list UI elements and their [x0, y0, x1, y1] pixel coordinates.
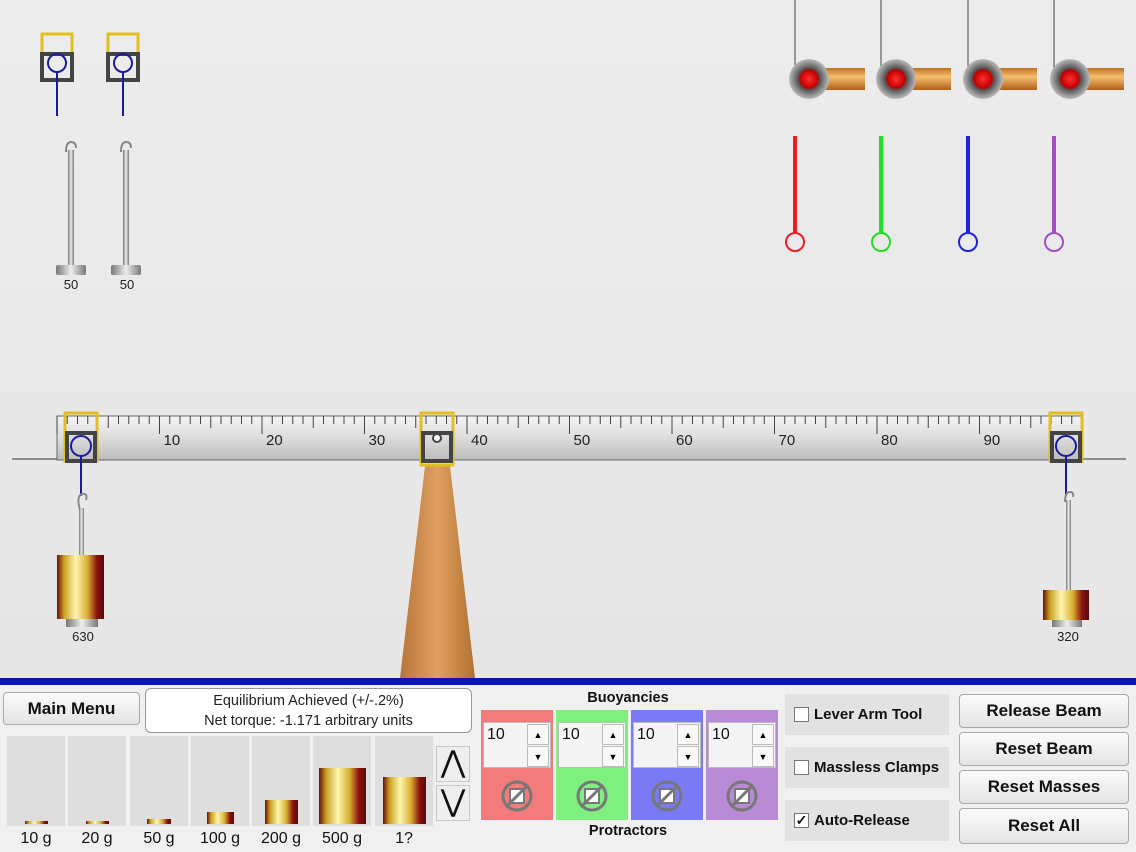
mass-slot[interactable] [130, 736, 188, 826]
ruler-label: 10 [164, 432, 181, 449]
force-probe-red[interactable] [785, 0, 865, 252]
mass-slot-label: 1? [395, 830, 413, 847]
ruler-label: 50 [574, 432, 591, 449]
status-net-torque: Net torque: -1.171 arbitrary units [204, 713, 413, 729]
spare-weight-label: 50 [119, 277, 135, 292]
main-menu-button[interactable]: Main Menu [3, 692, 140, 725]
stepper-down-icon[interactable]: ▼ [527, 746, 549, 767]
mass-cylinder-icon[interactable] [264, 800, 298, 824]
ruler-label: 30 [369, 432, 386, 449]
protractor-icon[interactable] [726, 780, 758, 812]
mass-slot-label: 10 g [20, 830, 52, 847]
release-beam-button[interactable]: Release Beam [959, 694, 1129, 728]
buoyancy-column: 10 ▲ ▼ [706, 710, 778, 820]
buoyancy-value[interactable]: 10 [562, 726, 580, 744]
mass-slot-label: 20 g [81, 830, 113, 847]
weight-hanger[interactable] [56, 140, 86, 275]
tray-up-arrow-icon[interactable]: ⋀ [436, 746, 470, 782]
auto-release-label: Auto-Release [814, 812, 910, 829]
spare-clamp[interactable] [40, 32, 74, 116]
stepper-up-icon[interactable]: ▲ [752, 724, 774, 745]
stepper-down-icon[interactable]: ▼ [752, 746, 774, 767]
reset-all-button[interactable]: Reset All [959, 808, 1129, 844]
buoyancy-stepper[interactable]: 10 ▲ ▼ [633, 722, 701, 768]
mass-cylinder-icon[interactable] [206, 812, 234, 824]
stepper-up-icon[interactable]: ▲ [602, 724, 624, 745]
buoyancy-stepper[interactable]: 10 ▲ ▼ [708, 722, 776, 768]
tray-down-arrow-icon[interactable]: ⋁ [436, 785, 470, 821]
panel-divider [0, 678, 1136, 685]
buoyancy-value[interactable]: 10 [712, 726, 730, 744]
ruler-label: 40 [471, 432, 488, 449]
protractor-icon[interactable] [576, 780, 608, 812]
massless-clamps-label: Massless Clamps [814, 759, 940, 776]
status-equilibrium: Equilibrium Achieved (+/-.2%) [213, 693, 404, 709]
spare-clamp[interactable] [106, 32, 140, 116]
scene-drawing: 10 20 30 40 50 60 70 80 90 [12, 0, 1126, 678]
stepper-down-icon[interactable]: ▼ [677, 746, 699, 767]
stepper-up-icon[interactable]: ▲ [527, 724, 549, 745]
mass-cylinder-icon[interactable] [24, 821, 48, 824]
right-mass-label: 320 [1057, 629, 1079, 644]
ruler-label: 20 [266, 432, 283, 449]
mass-slot[interactable] [313, 736, 371, 826]
reset-beam-button[interactable]: Reset Beam [959, 732, 1129, 766]
buoyancy-value[interactable]: 10 [637, 726, 655, 744]
force-probe-purple[interactable] [1044, 0, 1124, 252]
mass-slot[interactable] [68, 736, 126, 826]
stepper-up-icon[interactable]: ▲ [677, 724, 699, 745]
stepper-down-icon[interactable]: ▼ [602, 746, 624, 767]
massless-clamps-toggle[interactable]: Massless Clamps [785, 747, 949, 788]
ruler-label: 70 [779, 432, 796, 449]
right-hanging-mass[interactable] [1043, 490, 1089, 627]
mass-cylinder-icon[interactable] [85, 821, 109, 824]
fulcrum-stand [400, 466, 475, 678]
ruler-label: 90 [984, 432, 1001, 449]
left-hanging-mass[interactable] [57, 492, 104, 627]
protractor-icon[interactable] [501, 780, 533, 812]
reset-masses-button[interactable]: Reset Masses [959, 770, 1129, 804]
status-box: Equilibrium Achieved (+/-.2%) Net torque… [145, 688, 472, 733]
auto-release-toggle[interactable]: ✓ Auto-Release [785, 800, 949, 841]
simulation-canvas: 10 20 30 40 50 60 70 80 90 50 50 630 320 [0, 0, 1136, 678]
buoyancy-stepper[interactable]: 10 ▲ ▼ [558, 722, 626, 768]
mass-cylinder-icon[interactable] [147, 819, 171, 824]
weight-hanger[interactable] [111, 140, 141, 275]
buoyancy-column: 10 ▲ ▼ [481, 710, 553, 820]
left-mass-label: 630 [72, 629, 94, 644]
mass-slot[interactable] [191, 736, 249, 826]
ruler-label: 60 [676, 432, 693, 449]
mass-cylinder-icon[interactable] [318, 768, 366, 824]
mass-slot[interactable] [375, 736, 433, 826]
buoyancy-column: 10 ▲ ▼ [631, 710, 703, 820]
lever-arm-tool-label: Lever Arm Tool [814, 706, 923, 723]
spare-weight-label: 50 [63, 277, 79, 292]
checkbox-icon[interactable] [794, 760, 809, 775]
lever-arm-tool-toggle[interactable]: Lever Arm Tool [785, 694, 949, 735]
protractors-title: Protractors [588, 823, 668, 839]
mass-slot-label: 50 g [143, 830, 175, 847]
mass-slot-label: 100 g [199, 830, 241, 847]
force-probe-green[interactable] [871, 0, 951, 252]
buoyancies-title: Buoyancies [587, 690, 669, 706]
mass-slot[interactable] [7, 736, 65, 826]
checkbox-icon[interactable] [794, 707, 809, 722]
mass-slot-label: 500 g [321, 830, 363, 847]
buoyancy-value[interactable]: 10 [487, 726, 505, 744]
ruler-label: 80 [881, 432, 898, 449]
buoyancy-column: 10 ▲ ▼ [556, 710, 628, 820]
checkmark-icon[interactable]: ✓ [794, 813, 809, 828]
mass-slot[interactable] [252, 736, 310, 826]
protractor-icon[interactable] [651, 780, 683, 812]
force-probe-blue[interactable] [958, 0, 1037, 252]
lever-beam[interactable]: 10 20 30 40 50 60 70 80 90 [56, 415, 1083, 461]
mass-cylinder-icon[interactable] [382, 777, 426, 824]
buoyancy-stepper[interactable]: 10 ▲ ▼ [483, 722, 551, 768]
mass-slot-label: 200 g [260, 830, 302, 847]
